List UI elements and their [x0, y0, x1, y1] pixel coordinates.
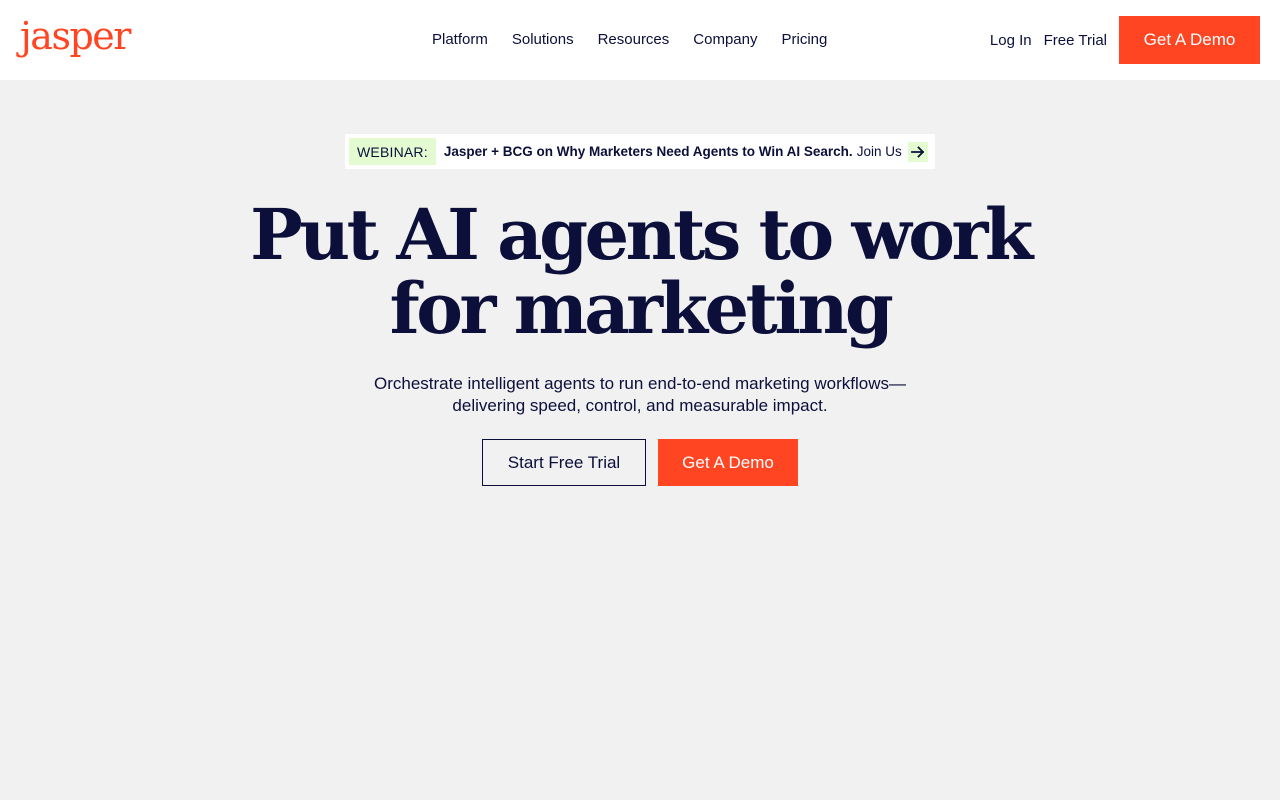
hero-subhead: Orchestrate intelligent agents to run en…	[340, 373, 940, 417]
get-a-demo-button[interactable]: Get A Demo	[658, 439, 798, 486]
nav-item-platform[interactable]: Platform	[420, 28, 500, 52]
hero-subhead-line1: Orchestrate intelligent agents to run en…	[374, 374, 906, 393]
banner-join-link[interactable]: Join Us	[857, 144, 902, 159]
nav-item-company[interactable]: Company	[681, 28, 769, 52]
header-actions: Log In Free Trial Get A Demo	[990, 16, 1260, 64]
main-nav: Platform Solutions Resources Company Pri…	[420, 28, 839, 52]
site-header: jasper Platform Solutions Resources Comp…	[0, 0, 1280, 80]
login-link[interactable]: Log In	[990, 32, 1032, 49]
nav-item-resources[interactable]: Resources	[586, 28, 682, 52]
free-trial-link[interactable]: Free Trial	[1044, 32, 1107, 49]
arrow-right-icon[interactable]	[907, 141, 928, 162]
nav-item-solutions[interactable]: Solutions	[500, 28, 586, 52]
banner-tag: WEBINAR:	[349, 138, 436, 165]
jasper-logo[interactable]: jasper	[20, 12, 131, 60]
nav-item-pricing[interactable]: Pricing	[769, 28, 839, 52]
banner-text: Jasper + BCG on Why Marketers Need Agent…	[443, 144, 853, 159]
hero-cta-row: Start Free Trial Get A Demo	[482, 439, 798, 486]
hero-headline-line2: for marketing	[389, 267, 894, 350]
hero-headline: Put AI agents to work for marketing	[0, 198, 1280, 346]
start-free-trial-button[interactable]: Start Free Trial	[482, 439, 646, 486]
webinar-banner[interactable]: WEBINAR: Jasper + BCG on Why Marketers N…	[345, 134, 935, 169]
hero-headline-line1: Put AI agents to work	[250, 193, 1033, 276]
header-demo-button[interactable]: Get A Demo	[1119, 16, 1260, 64]
hero-subhead-line2: delivering speed, control, and measurabl…	[452, 396, 828, 415]
